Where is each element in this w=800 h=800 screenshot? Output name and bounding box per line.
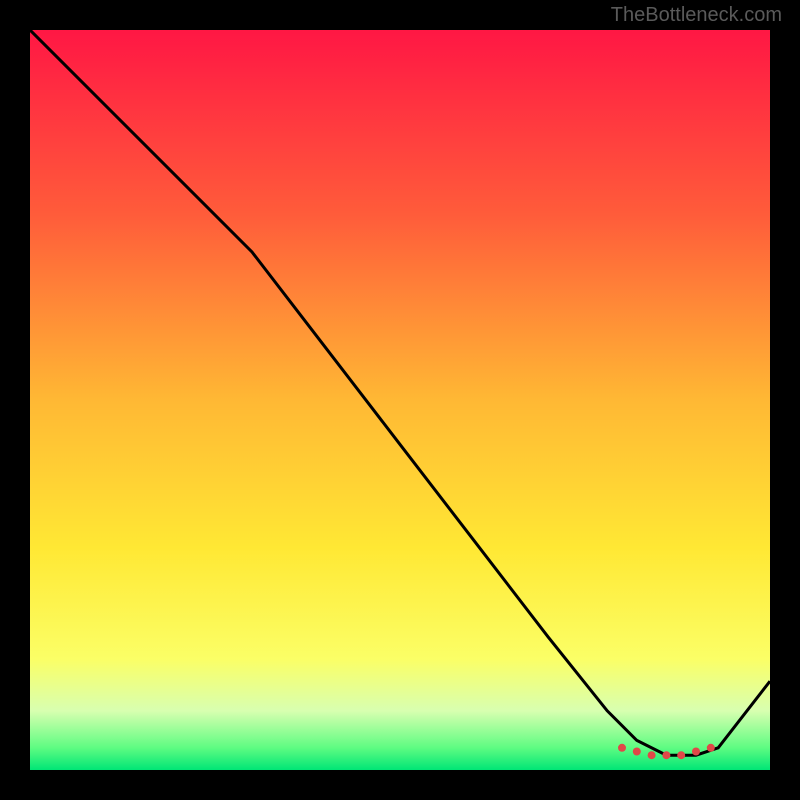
chart-svg	[30, 30, 770, 770]
chart-plot-area	[30, 30, 770, 770]
marker-dot	[677, 751, 685, 759]
marker-dot	[633, 748, 641, 756]
watermark-text: TheBottleneck.com	[611, 4, 782, 27]
marker-dot	[692, 748, 700, 756]
marker-dot	[662, 751, 670, 759]
marker-dot	[618, 744, 626, 752]
marker-dot	[648, 751, 656, 759]
marker-dot	[707, 744, 715, 752]
